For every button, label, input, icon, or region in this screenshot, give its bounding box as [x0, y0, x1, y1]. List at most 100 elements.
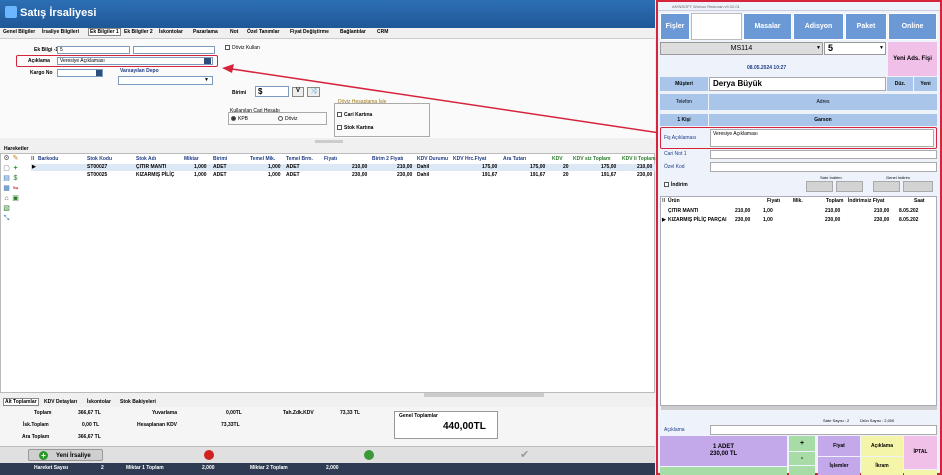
tab-ozel-tanimlar[interactable]: Özel Tanımlar — [247, 29, 279, 35]
rgrid-col-indirimsiz[interactable]: İndirimsiz Fiyat — [848, 198, 884, 204]
swap-icon[interactable]: ⇋ — [12, 185, 19, 192]
tab-iskontolar-alt[interactable]: İskontolar — [87, 399, 111, 405]
cell-kdv-hrc-fiyat[interactable]: 175,00 — [482, 164, 497, 171]
grid-col-header[interactable]: ⁞⁞ — [31, 155, 34, 163]
rgrid-col-toplam[interactable]: Toplam — [826, 198, 843, 204]
table-row[interactable]: ST00025 KIZARMIŞ PİLİÇ 1,000 ADET 1,000 … — [31, 172, 655, 179]
grid-col-kdv-hrc-fiyat[interactable]: KDV Hrc.Fiyat — [453, 155, 486, 163]
doviz-kullan-checkbox[interactable] — [225, 45, 230, 50]
islemler-button[interactable]: İşlemler — [818, 457, 860, 475]
tab-ek-bilgiler-1[interactable]: Ek Bilgiler 1 — [88, 28, 121, 36]
cell-stok-kodu[interactable]: ST00027 — [87, 164, 107, 171]
horizontal-scrollbar[interactable] — [424, 393, 544, 397]
delete-icon[interactable] — [204, 450, 214, 460]
yeni-irsaliye-button[interactable]: + Yeni İrsaliye — [28, 449, 103, 461]
ozel-kod-field[interactable] — [710, 162, 937, 172]
satir-indirim-pct-field[interactable] — [836, 181, 863, 192]
rcell-saat[interactable]: 8.05.202 — [899, 208, 918, 214]
splitter-handle[interactable] — [315, 140, 343, 143]
cell-ara-tutari[interactable]: 175,00 — [530, 164, 545, 171]
adisyon-button[interactable]: Adisyon — [793, 13, 844, 40]
ek-bilgi-2-field[interactable] — [133, 46, 215, 54]
grid-col-kdv-durumu[interactable]: KDV Durumu — [417, 155, 448, 163]
cell-fiyati[interactable]: 210,00 — [352, 164, 367, 171]
cell-temel-brm[interactable]: ADET — [286, 172, 300, 179]
cell-birimi[interactable]: ADET — [213, 172, 227, 179]
rcell-toplam[interactable]: 210,00 — [825, 208, 840, 214]
half-button[interactable] — [660, 467, 787, 475]
tools-icon[interactable]: ✎ — [12, 155, 19, 162]
tab-irsaliye-bilgileri[interactable]: İrsaliye Bilgileri — [42, 29, 79, 35]
grid-col-ara-tutari[interactable]: Ara Tutarı — [503, 155, 526, 163]
masalar-button[interactable]: Masalar — [743, 13, 792, 40]
fisler-button[interactable]: Fişler — [660, 13, 690, 40]
grid-col-temel-mik[interactable]: Temel Mik. — [250, 155, 275, 163]
grid-col-stok-adi[interactable]: Stok Adı — [136, 155, 156, 163]
cell-temel-brm[interactable]: ADET — [286, 164, 300, 171]
tab-pazarlama[interactable]: Pazarlama — [193, 29, 218, 35]
grid-col-kdvsiz-toplam[interactable]: KDV siz Toplam — [573, 155, 610, 163]
tab-stok-bakiyeleri[interactable]: Stok Bakiyeleri — [120, 399, 156, 405]
grid-col-birimi[interactable]: Birimi — [213, 155, 227, 163]
rcell-toplam[interactable]: 230,00 — [825, 217, 840, 223]
rcell-mik[interactable]: 1,00 — [763, 208, 773, 214]
cell-temel-mik[interactable]: 1,000 — [268, 164, 281, 171]
cell-ara-tutari[interactable]: 191,67 — [530, 172, 545, 179]
chevron-down-icon[interactable]: ▼ — [816, 45, 821, 51]
gear-icon[interactable]: ⚙ — [3, 155, 10, 162]
genel-indirim-pct-field[interactable] — [903, 181, 933, 192]
adjust-button[interactable] — [789, 466, 815, 475]
cell-kdvli-toplam[interactable]: 210,00 — [637, 164, 652, 171]
ek-bilgi-1-field[interactable]: 5 — [57, 46, 130, 54]
tab-kdv-detaylari[interactable]: KDV Detayları — [44, 399, 77, 405]
cell-kdv-hrc-fiyat[interactable]: 191,67 — [482, 172, 497, 179]
grid-col-barkodu[interactable]: Barkodu — [38, 155, 58, 163]
fiyat-button[interactable]: Fiyat — [818, 436, 860, 456]
chevron-down-icon[interactable]: ▼ — [879, 45, 884, 51]
musteri-field[interactable]: Derya Büyük — [709, 77, 886, 91]
cell-stok-adi[interactable]: ÇITIR MANTI — [136, 164, 166, 171]
rcell-indirimsiz[interactable]: 210,00 — [874, 208, 889, 214]
search-box[interactable] — [691, 13, 742, 40]
tab-iskontolar[interactable]: İskontolar — [159, 29, 183, 35]
export-icon[interactable]: ▧ — [3, 205, 10, 212]
yeni-ads-fisi-button[interactable]: Yeni Ads. Fişi — [888, 42, 937, 76]
duz-button[interactable]: Düz. — [887, 77, 913, 91]
tab-alt-toplamlar[interactable]: Alt Toplamlar — [3, 398, 39, 406]
cell-kdvli-toplam[interactable]: 230,00 — [637, 172, 652, 179]
aciklama-field-right[interactable] — [710, 425, 937, 435]
satir-indirim-tl-field[interactable] — [806, 181, 833, 192]
extra-button[interactable] — [904, 470, 937, 475]
rgrid-col-saat[interactable]: Saat — [914, 198, 925, 204]
cari-not-field[interactable] — [710, 150, 937, 159]
grid-icon[interactable]: ▦ — [3, 185, 10, 192]
tab-not[interactable]: Not — [230, 29, 238, 35]
iptal-button[interactable]: İPTAL — [904, 436, 937, 469]
kisi-sayisi-select[interactable]: 5 — [824, 42, 886, 55]
rgrid-col-urun[interactable]: Ürün — [668, 198, 680, 204]
rcell-urun[interactable]: ÇITIR MANTI — [668, 208, 698, 214]
lock-icon[interactable]: ⌂ — [3, 195, 10, 202]
document-icon[interactable]: ▢ — [3, 165, 10, 172]
tab-genel-bilgiler[interactable]: Genel Bilgiler — [3, 29, 35, 35]
plus-button[interactable]: + — [789, 436, 815, 451]
ikram-button[interactable]: İkram — [861, 457, 903, 475]
selected-item-panel[interactable]: 1 ADET 230,00 TL — [660, 436, 787, 466]
horizontal-scrollbar[interactable] — [661, 406, 937, 410]
copy-icon[interactable]: ▤ — [3, 175, 10, 182]
rgrid-col-mik[interactable]: Mik. — [793, 198, 803, 204]
grid-col-stok-kodu[interactable]: Stok Kodu — [87, 155, 112, 163]
rgrid-col-fiyati[interactable]: Fiyatı — [767, 198, 780, 204]
table-row[interactable]: ▶ ST00027 ÇITIR MANTI 1,000 ADET 1,000 A… — [31, 164, 655, 171]
chevron-down-icon[interactable]: ▼ — [204, 77, 209, 83]
add-icon[interactable]: + — [12, 165, 19, 172]
paket-button[interactable]: Paket — [845, 13, 887, 40]
cell-birim2-fiyati[interactable]: 230,00 — [397, 172, 412, 179]
tab-baglantilar[interactable]: Bağlantılar — [340, 29, 366, 35]
grid-col-kdv[interactable]: KDV — [552, 155, 563, 163]
cell-fiyati[interactable]: 230,00 — [352, 172, 367, 179]
dollar-icon[interactable]: $ — [12, 175, 19, 182]
aciklama-picker-icon[interactable] — [204, 58, 211, 64]
tab-crm[interactable]: CRM — [377, 29, 388, 35]
depo-select[interactable] — [118, 76, 213, 85]
